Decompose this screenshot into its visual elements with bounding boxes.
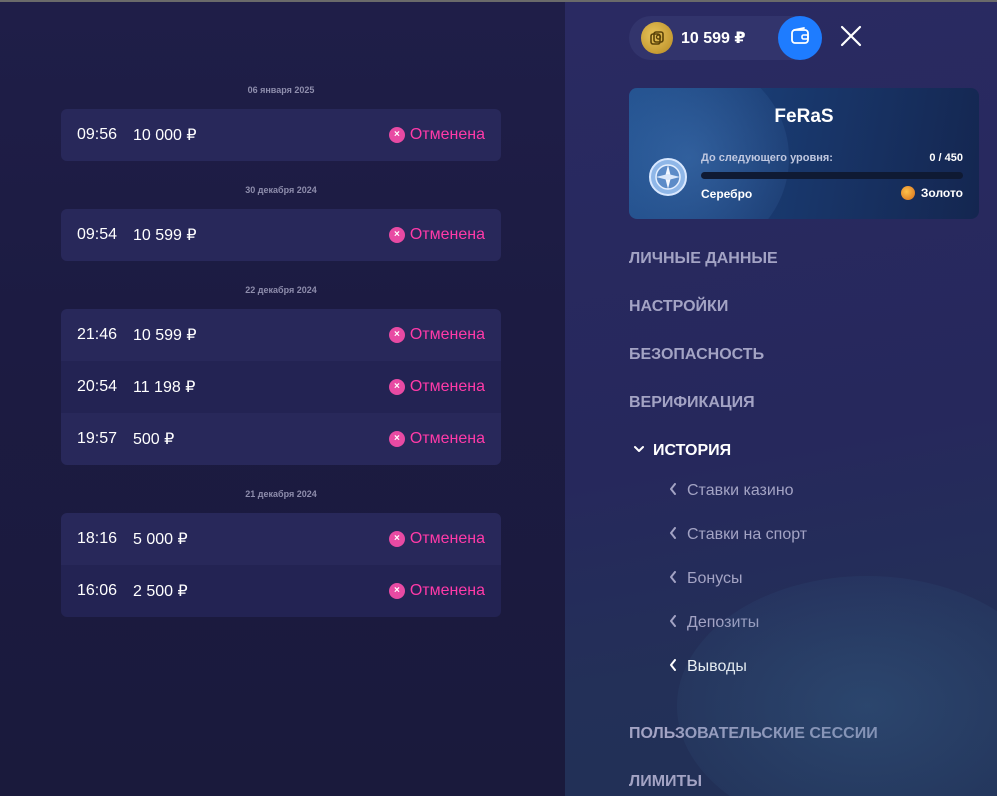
status-badge: × Отменена: [388, 126, 485, 144]
chevron-down-icon: [633, 442, 645, 460]
level-progress-value: 0 / 450: [929, 152, 963, 164]
cancelled-icon: ×: [388, 227, 405, 243]
transaction-time: 20:54: [77, 378, 118, 395]
status-text: Отменена: [409, 530, 485, 547]
submenu-item-label: Депозиты: [687, 614, 760, 631]
transaction-row[interactable]: 09:56 10 000 ₽ × Отменена: [61, 109, 501, 161]
submenu-item-casino-bets[interactable]: Ставки казино: [669, 482, 794, 500]
silver-level-icon: [647, 156, 689, 198]
date-header: 30 декабря 2024: [245, 185, 317, 195]
transaction-time: 18:16: [77, 530, 118, 547]
cancelled-icon: ×: [388, 531, 405, 547]
status-text: Отменена: [409, 430, 485, 447]
wallet-icon: [789, 25, 811, 52]
transaction-row[interactable]: 21:46 10 599 ₽ × Отменена: [61, 309, 501, 361]
transaction-group: 09:56 10 000 ₽ × Отменена: [61, 109, 501, 161]
balance-amount: 10 599 ₽: [681, 30, 746, 47]
submenu-item-sport-bets[interactable]: Ставки на спорт: [669, 526, 807, 544]
transaction-row[interactable]: 16:06 2 500 ₽ × Отменена: [61, 565, 501, 617]
submenu-item-label: Бонусы: [687, 570, 743, 587]
cancelled-icon: ×: [388, 379, 405, 395]
status-text: Отменена: [409, 326, 485, 343]
level-progress-bar: [701, 172, 963, 179]
status-badge: × Отменена: [388, 326, 485, 344]
profile-card: FeRaS До следующего уровня: 0 / 450 Сере…: [629, 88, 979, 219]
status-text: Отменена: [409, 226, 485, 243]
menu-item-history[interactable]: ИСТОРИЯ: [633, 442, 731, 460]
menu-item-sessions[interactable]: ПОЛЬЗОВАТЕЛЬСКИЕ СЕССИИ: [629, 725, 878, 743]
chevron-left-icon: [669, 482, 677, 500]
status-badge: × Отменена: [388, 226, 485, 244]
submenu-item-withdrawals[interactable]: Выводы: [669, 658, 747, 676]
cancelled-icon: ×: [388, 127, 405, 143]
menu-item-limits[interactable]: ЛИМИТЫ: [629, 773, 702, 791]
next-level-label: До следующего уровня:: [701, 152, 833, 164]
close-icon: [840, 25, 862, 52]
transaction-group: 18:16 5 000 ₽ × Отменена 16:06 2 500 ₽ × О…: [61, 513, 501, 617]
history-panel: 06 января 2025 09:56 10 000 ₽ × Отменена …: [0, 2, 565, 796]
transaction-amount: 10 000 ₽: [133, 127, 197, 144]
gold-level-icon: [900, 186, 915, 200]
transaction-row[interactable]: 18:16 5 000 ₽ × Отменена: [61, 513, 501, 565]
cancelled-icon: ×: [388, 327, 405, 343]
status-badge: × Отменена: [388, 530, 485, 548]
status-badge: × Отменена: [388, 582, 485, 600]
transaction-amount: 11 198 ₽: [133, 379, 196, 396]
menu-item-settings[interactable]: НАСТРОЙКИ: [629, 298, 728, 316]
transaction-time: 16:06: [77, 582, 118, 599]
date-header: 21 декабря 2024: [245, 489, 317, 499]
transaction-row[interactable]: 09:54 10 599 ₽ × Отменена: [61, 209, 501, 261]
chevron-left-icon: [669, 570, 677, 588]
transaction-group: 21:46 10 599 ₽ × Отменена 20:54 11 198 ₽ …: [61, 309, 501, 465]
transaction-time: 09:56: [77, 126, 118, 143]
next-level-name: Золото: [920, 186, 963, 200]
status-badge: × Отменена: [388, 378, 485, 396]
date-header: 22 декабря 2024: [245, 285, 317, 295]
menu-item-personal[interactable]: ЛИЧНЫЕ ДАННЫЕ: [629, 250, 778, 268]
submenu-item-label: Выводы: [687, 658, 747, 675]
transaction-group: 09:54 10 599 ₽ × Отменена: [61, 209, 501, 261]
menu-item-security[interactable]: БЕЗОПАСНОСТЬ: [629, 346, 764, 364]
current-level: Серебро: [701, 187, 753, 201]
transaction-time: 09:54: [77, 226, 118, 243]
status-text: Отменена: [409, 582, 485, 599]
wallet-button[interactable]: [778, 16, 822, 60]
status-text: Отменена: [409, 126, 485, 143]
menu-item-history-label: ИСТОРИЯ: [653, 442, 732, 459]
date-header: 06 января 2025: [247, 85, 315, 95]
username: FeRaS: [774, 106, 834, 127]
transaction-row[interactable]: 19:57 500 ₽ × Отменена: [61, 413, 501, 465]
menu-item-verification[interactable]: ВЕРИФИКАЦИЯ: [629, 394, 755, 412]
transaction-row[interactable]: 20:54 11 198 ₽ × Отменена: [61, 361, 501, 413]
chevron-left-icon: [669, 658, 677, 676]
submenu-item-label: Ставки казино: [687, 482, 794, 499]
next-level: Золото: [900, 186, 963, 200]
submenu-item-bonuses[interactable]: Бонусы: [669, 570, 743, 588]
coin-icon: [641, 22, 673, 54]
submenu-item-label: Ставки на спорт: [687, 526, 808, 543]
transaction-time: 19:57: [77, 430, 118, 447]
close-button[interactable]: [839, 25, 863, 52]
transaction-amount: 5 000 ₽: [133, 531, 188, 548]
profile-sidebar: 10 599 ₽ FeRaS До следующего уровня: 0 /…: [565, 2, 997, 796]
status-badge: × Отменена: [388, 430, 485, 448]
transaction-amount: 10 599 ₽: [133, 327, 197, 344]
transaction-amount: 2 500 ₽: [133, 583, 188, 600]
transaction-amount: 10 599 ₽: [133, 227, 197, 244]
chevron-left-icon: [669, 614, 677, 632]
submenu-item-deposits[interactable]: Депозиты: [669, 614, 759, 632]
cancelled-icon: ×: [388, 431, 405, 447]
transaction-time: 21:46: [77, 326, 118, 343]
chevron-left-icon: [669, 526, 677, 544]
status-text: Отменена: [409, 378, 485, 395]
cancelled-icon: ×: [388, 583, 405, 599]
transaction-amount: 500 ₽: [133, 431, 175, 448]
